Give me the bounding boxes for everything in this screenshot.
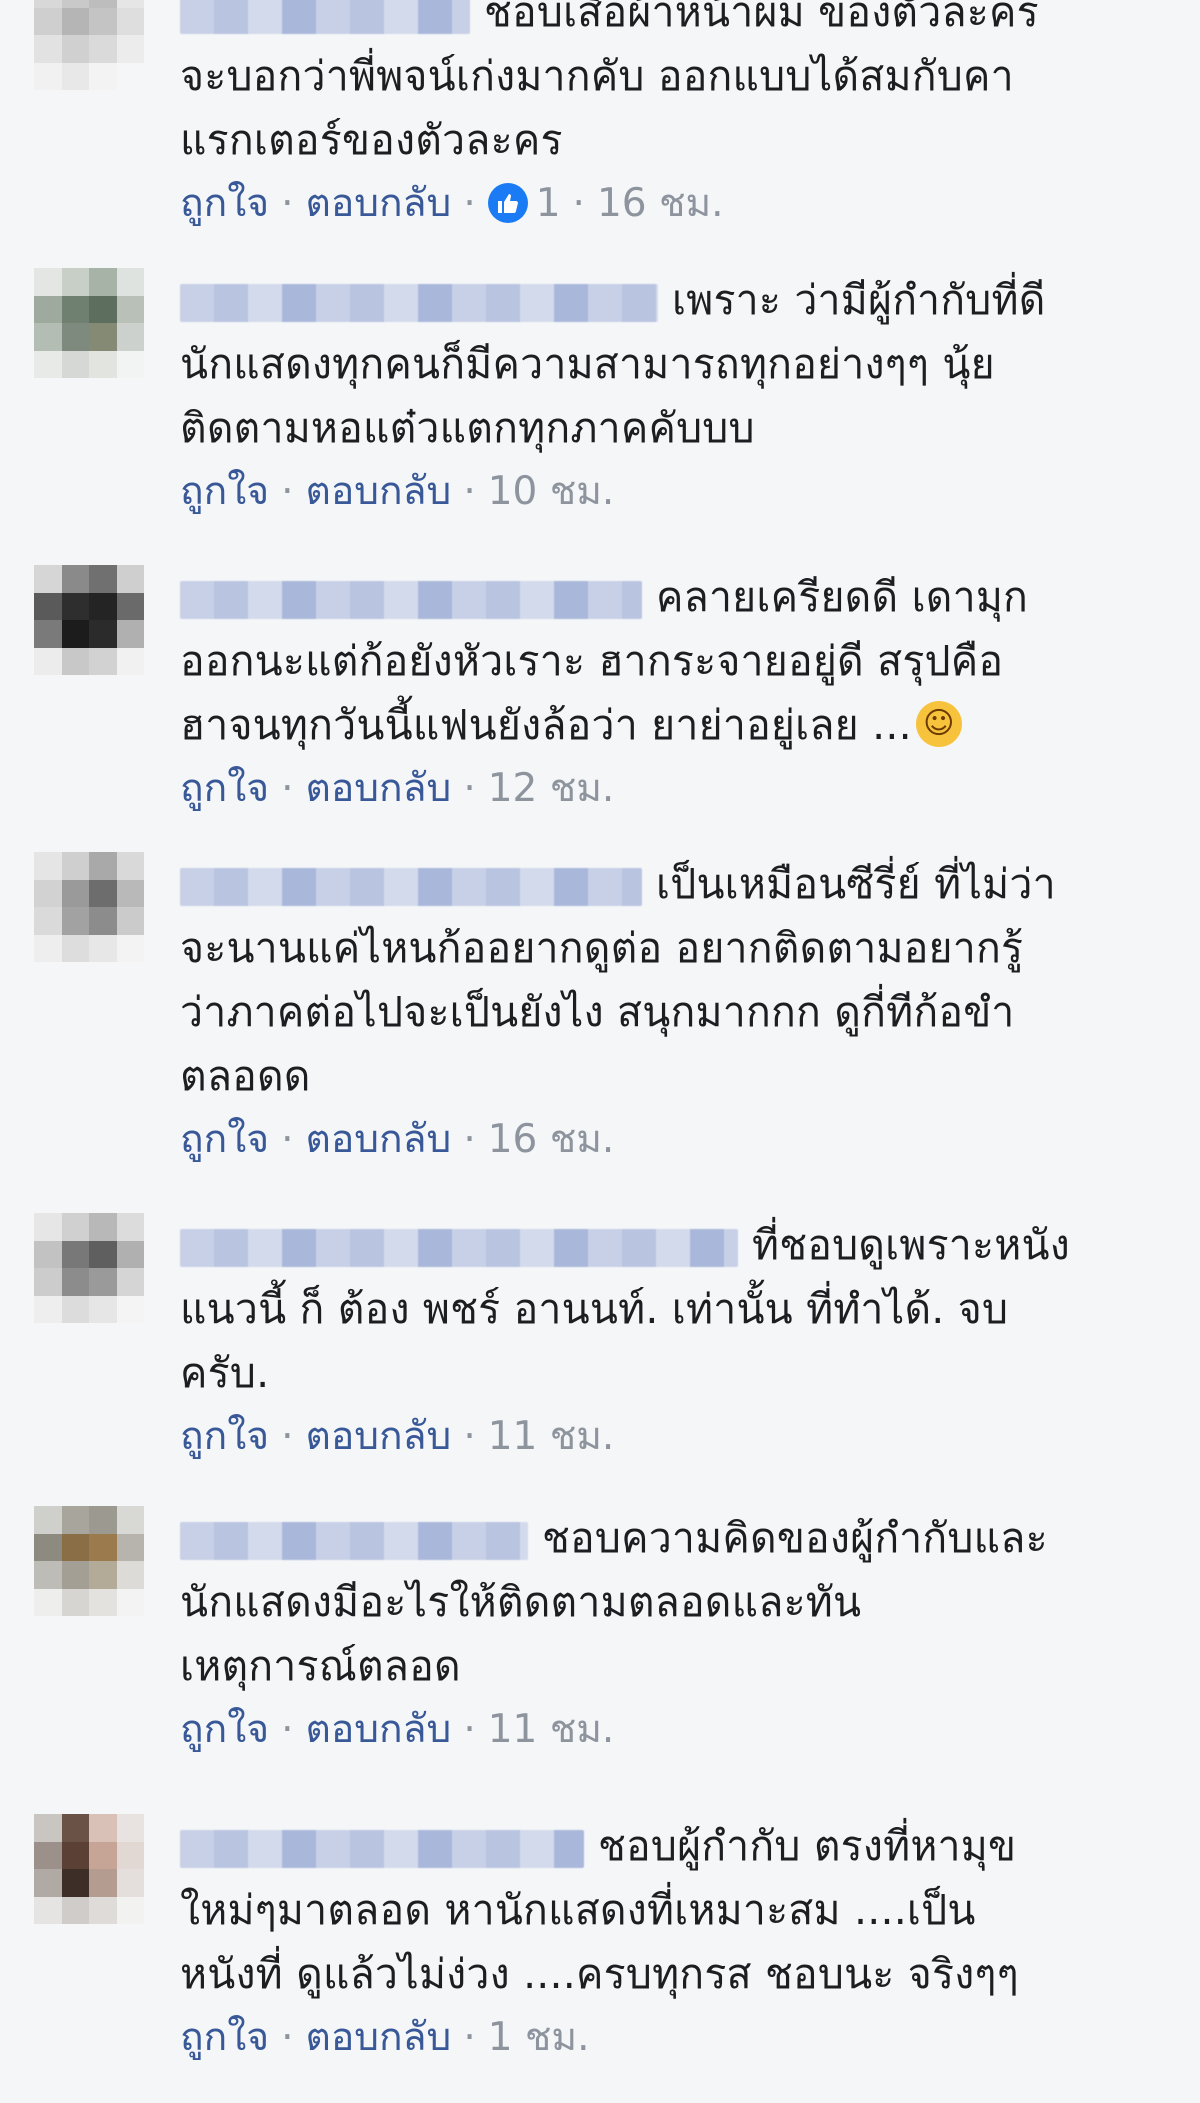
comment-text-line: ฮาจนทุกวันนี้แฟนยังล้อว่า ยาย่าอยู่เลย .…	[180, 701, 912, 749]
like-link[interactable]: ถูกใจ	[180, 469, 269, 514]
comment-text-line: ที่ชอบดูเพราะหนัง	[752, 1221, 1070, 1269]
separator-dot: ·	[463, 181, 476, 226]
comment-text-line: เหตุการณ์ตลอด	[180, 1642, 461, 1690]
comment-text-line: ครับ.	[180, 1349, 270, 1397]
comment-timestamp[interactable]: 16 ชม.	[488, 1117, 615, 1162]
avatar[interactable]	[34, 1213, 144, 1323]
commenter-name-blurred[interactable]	[180, 1229, 738, 1267]
commenter-name-blurred[interactable]	[180, 868, 642, 906]
comment-timestamp[interactable]: 12 ชม.	[488, 766, 615, 811]
avatar[interactable]	[34, 565, 144, 675]
comment-text-line: ชอบความคิดของผู้กำกับและ	[542, 1514, 1048, 1562]
commenter-name-blurred[interactable]	[180, 284, 658, 322]
comment-text-line: ว่าภาคต่อไปจะเป็นยังไง สนุกมากกก ดูกี่ที…	[180, 988, 1015, 1036]
commenter-name-blurred[interactable]	[180, 1830, 584, 1868]
comment-text-line: เป็นเหมือนซีรี่ย์ ที่ไม่ว่า	[656, 860, 1056, 908]
like-link[interactable]: ถูกใจ	[180, 1414, 269, 1459]
comment-timestamp[interactable]: 1 ชม.	[488, 2015, 590, 2060]
comment-actions: ถูกใจ · ตอบกลับ · 10 ชม.	[180, 460, 1140, 524]
separator-dot: ·	[463, 766, 476, 811]
avatar[interactable]	[34, 0, 144, 90]
comment-text-line: นักแสดงทุกคนก็มีความสามารถทุกอย่างๆๆ นุ้…	[180, 340, 995, 388]
comment-timestamp[interactable]: 16 ชม.	[597, 181, 724, 226]
reply-link[interactable]: ตอบกลับ	[306, 1117, 452, 1162]
reply-link[interactable]: ตอบกลับ	[306, 1414, 452, 1459]
avatar[interactable]	[34, 1814, 144, 1924]
comment-actions: ถูกใจ · ตอบกลับ · 16 ชม.	[180, 1108, 1140, 1172]
comment-text-line: หนังที่ ดูแล้วไม่ง่วง ....ครบทุกรส ชอบนะ…	[180, 1950, 1019, 1998]
comment-list: ชอบเสื้อผ้าหน้าผม ของตัวละคร จะบอกว่าพี่…	[0, 0, 1200, 2103]
comment-text-line: ติดตามหอแต๋วแตกทุกภาคคับบบ	[180, 404, 755, 452]
comment-actions: ถูกใจ · ตอบกลับ · 12 ชม.	[180, 757, 1140, 821]
comment-actions: ถูกใจ · ตอบกลับ · 1 · 16 ชม.	[180, 172, 1140, 236]
comment-text-line: ใหม่ๆมาตลอด หานักแสดงที่เหมาะสม ....เป็น	[180, 1886, 976, 1934]
comment-text-line: เพราะ ว่ามีผู้กำกับที่ดี	[672, 276, 1046, 324]
reaction-count[interactable]: 1	[536, 181, 561, 226]
comment-timestamp[interactable]: 11 ชม.	[488, 1707, 615, 1752]
comment-text-line: นักแสดงมีอะไรให้ติดตามตลอดและทัน	[180, 1578, 862, 1626]
avatar[interactable]	[34, 268, 144, 378]
separator-dot: ·	[572, 181, 585, 226]
separator-dot: ·	[281, 1117, 294, 1162]
comment-actions: ถูกใจ · ตอบกลับ · 11 ชม.	[180, 1698, 1140, 1762]
reply-link[interactable]: ตอบกลับ	[306, 469, 452, 514]
reply-link[interactable]: ตอบกลับ	[306, 181, 452, 226]
comment-text-line: ชอบผู้กำกับ ตรงที่หามุข	[598, 1822, 1017, 1870]
comment-timestamp[interactable]: 10 ชม.	[488, 469, 615, 514]
separator-dot: ·	[463, 1707, 476, 1752]
comment-text-line: ชอบเสื้อผ้าหน้าผม ของตัวละคร	[484, 0, 1039, 36]
separator-dot: ·	[463, 1117, 476, 1162]
comment-timestamp[interactable]: 11 ชม.	[488, 1414, 615, 1459]
rolling-on-floor-laughing-emoji-icon: ☺	[915, 701, 962, 747]
comment-text-line: แนวนี้ ก็ ต้อง พชร์ อานนท์. เท่านั้น ที่…	[180, 1285, 1009, 1333]
comment-text-line: ออกนะแต่ก้อยังหัวเราะ ฮากระจายอยู่ดี สรุ…	[180, 637, 1004, 685]
like-link[interactable]: ถูกใจ	[180, 181, 269, 226]
separator-dot: ·	[281, 1414, 294, 1459]
like-link[interactable]: ถูกใจ	[180, 2015, 269, 2060]
separator-dot: ·	[463, 1414, 476, 1459]
commenter-name-blurred[interactable]	[180, 1522, 528, 1560]
commenter-name-blurred[interactable]	[180, 581, 642, 619]
comment-actions: ถูกใจ · ตอบกลับ · 11 ชม.	[180, 1405, 1140, 1469]
separator-dot: ·	[281, 2015, 294, 2060]
comment-actions: ถูกใจ · ตอบกลับ · 1 ชม.	[180, 2006, 1140, 2070]
separator-dot: ·	[463, 2015, 476, 2060]
separator-dot: ·	[281, 1707, 294, 1752]
like-link[interactable]: ถูกใจ	[180, 1707, 269, 1752]
comment-text-line: จะนานแค่ไหนก้ออยากดูต่อ อยากติดตามอยากรู…	[180, 924, 1024, 972]
reply-link[interactable]: ตอบกลับ	[306, 2015, 452, 2060]
comment-text-line: จะบอกว่าพี่พจน์เก่งมากคับ ออกแบบได้สมกับ…	[180, 52, 1014, 100]
separator-dot: ·	[281, 181, 294, 226]
reply-link[interactable]: ตอบกลับ	[306, 1707, 452, 1752]
avatar[interactable]	[34, 852, 144, 962]
like-link[interactable]: ถูกใจ	[180, 766, 269, 811]
reply-link[interactable]: ตอบกลับ	[306, 766, 452, 811]
comment-text-line: ตลอดด	[180, 1052, 311, 1100]
like-link[interactable]: ถูกใจ	[180, 1117, 269, 1162]
comment-text-line: คลายเครียดดี เดามุก	[656, 573, 1029, 621]
separator-dot: ·	[463, 469, 476, 514]
thumbs-up-icon[interactable]	[487, 182, 528, 223]
avatar[interactable]	[34, 1506, 144, 1616]
comment-text-line: แรกเตอร์ของตัวละคร	[180, 116, 563, 164]
separator-dot: ·	[281, 469, 294, 514]
commenter-name-blurred[interactable]	[180, 0, 470, 34]
separator-dot: ·	[281, 766, 294, 811]
